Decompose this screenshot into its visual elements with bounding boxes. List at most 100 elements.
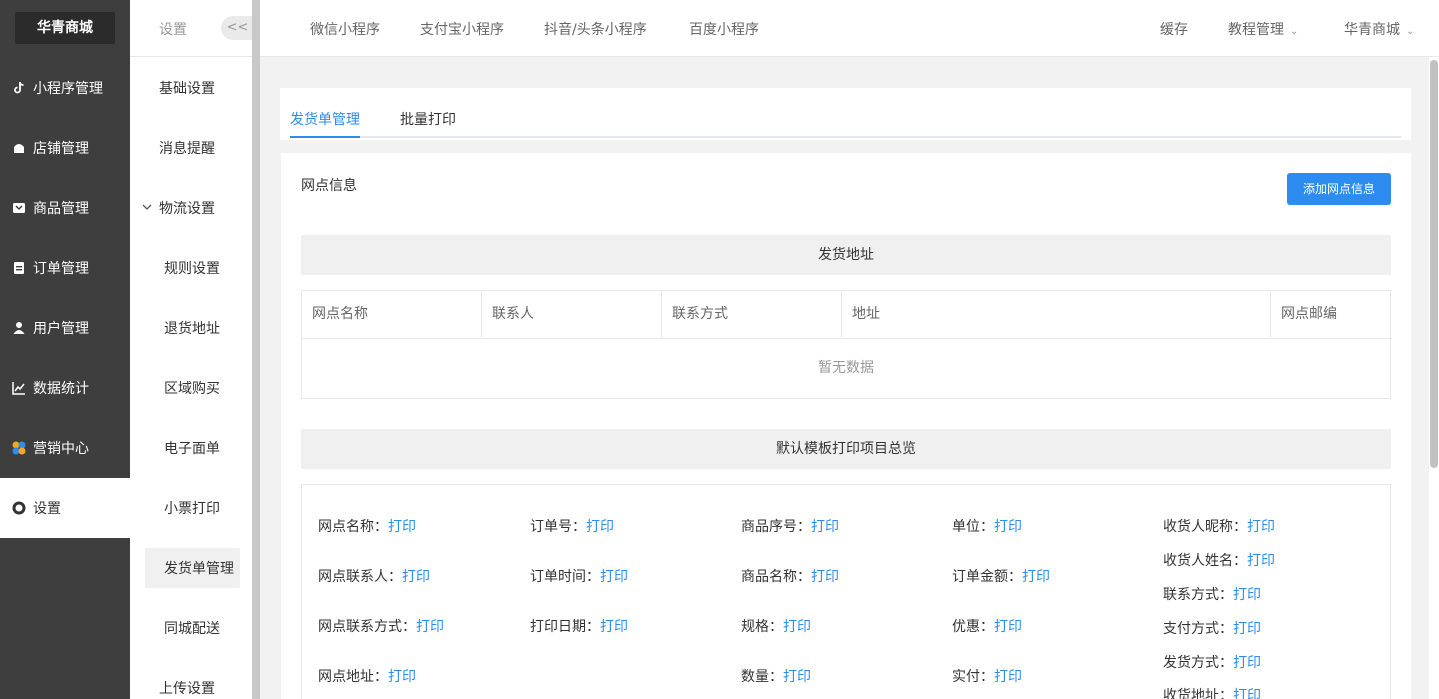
settings-icon	[11, 500, 27, 516]
tab-active-indicator	[290, 136, 360, 138]
print-link[interactable]: 打印	[1233, 587, 1261, 603]
subnav-item-rules[interactable]: 规则设置	[130, 248, 252, 288]
print-link[interactable]: 打印	[1247, 553, 1275, 569]
print-item: 网点联系方式：打印	[318, 616, 444, 636]
subnav-item-receipt-print[interactable]: 小票打印	[130, 488, 252, 528]
print-link[interactable]: 打印	[783, 619, 811, 635]
print-link[interactable]: 打印	[1247, 519, 1275, 535]
print-item: 订单号：打印	[530, 516, 614, 536]
subnav-item-waybill[interactable]: 电子面单	[130, 428, 252, 468]
collapse-button[interactable]: <<	[221, 16, 254, 40]
print-item-label: 网点地址：	[318, 669, 388, 685]
print-item-label: 网点名称：	[318, 519, 388, 535]
tutorial-label: 教程管理	[1228, 22, 1284, 38]
print-link[interactable]: 打印	[783, 669, 811, 685]
print-item: 实付：打印	[952, 666, 1022, 686]
sidebar-item-users[interactable]: 用户管理	[0, 298, 130, 358]
print-item: 商品名称：打印	[741, 566, 839, 586]
print-item-label: 商品名称：	[741, 569, 811, 585]
sidebar-item-store[interactable]: 店铺管理	[0, 118, 130, 178]
print-item: 收货人昵称：打印	[1163, 516, 1275, 536]
tutorial-menu[interactable]: 教程管理 ⌄	[1228, 19, 1298, 39]
tab-divider	[290, 136, 1401, 138]
tiktok-icon	[11, 80, 27, 96]
sidebar-item-label: 店铺管理	[33, 141, 89, 157]
sub-sidebar-title: 设置	[159, 22, 187, 38]
chevron-down-icon: ⌄	[1406, 26, 1415, 37]
subnav-item-region[interactable]: 区域购买	[130, 368, 252, 408]
print-item-label: 商品序号：	[741, 519, 811, 535]
print-item: 打印日期：打印	[530, 616, 628, 636]
sidebar-item-marketing[interactable]: 营销中心	[0, 418, 130, 478]
print-link[interactable]: 打印	[1233, 621, 1261, 637]
print-item: 订单金额：打印	[952, 566, 1050, 586]
sidebar-item-miniprogram[interactable]: 小程序管理	[0, 58, 130, 118]
print-link[interactable]: 打印	[600, 569, 628, 585]
outlet-table: 网点名称 联系人 联系方式 地址 网点邮编 暂无数据	[301, 290, 1391, 399]
shop-menu[interactable]: 华青商城 ⌄	[1344, 19, 1414, 39]
main-scrollbar-thumb[interactable]	[1430, 60, 1438, 468]
subnav-item-upload[interactable]: 上传设置	[130, 668, 252, 699]
top-link-douyin[interactable]: 抖音/头条小程序	[544, 19, 647, 39]
top-link-alipay[interactable]: 支付宝小程序	[420, 19, 504, 39]
print-item: 联系方式：打印	[1163, 584, 1261, 604]
empty-state: 暂无数据	[818, 360, 874, 376]
user-icon	[11, 320, 27, 336]
cache-link[interactable]: 缓存	[1160, 19, 1188, 39]
shipping-address-header: 发货地址	[301, 235, 1391, 275]
section-title: 网点信息	[301, 178, 357, 194]
sub-sidebar-header: 设置 <<	[130, 0, 254, 57]
print-link[interactable]: 打印	[1022, 569, 1050, 585]
print-link[interactable]: 打印	[811, 569, 839, 585]
subnav-item-basic[interactable]: 基础设置	[130, 68, 252, 108]
print-item: 优惠：打印	[952, 616, 1022, 636]
sidebar-item-settings[interactable]: 设置	[0, 478, 130, 538]
subnav-label: 物流设置	[159, 201, 215, 217]
sidebar-item-label: 商品管理	[33, 201, 89, 217]
sidebar-scrollbar[interactable]	[252, 0, 260, 699]
print-item-label: 网点联系人：	[318, 569, 402, 585]
subnav-item-local-delivery[interactable]: 同城配送	[130, 608, 252, 648]
print-link[interactable]: 打印	[1233, 655, 1261, 671]
top-link-wechat[interactable]: 微信小程序	[310, 19, 380, 39]
top-link-baidu[interactable]: 百度小程序	[689, 19, 759, 39]
clipboard-icon	[11, 260, 27, 276]
tabs-card: 发货单管理 批量打印	[280, 88, 1411, 140]
print-item-label: 数量：	[741, 669, 783, 685]
print-item-label: 发货方式：	[1163, 655, 1233, 671]
print-link[interactable]: 打印	[811, 519, 839, 535]
subnav-item-notify[interactable]: 消息提醒	[130, 128, 252, 168]
sidebar-item-stats[interactable]: 数据统计	[0, 358, 130, 418]
column-header: 联系方式	[662, 291, 842, 339]
store-icon	[11, 140, 27, 156]
print-item: 订单时间：打印	[530, 566, 628, 586]
print-link[interactable]: 打印	[994, 619, 1022, 635]
sidebar-item-label: 小程序管理	[33, 81, 103, 97]
sidebar-item-label: 数据统计	[33, 381, 89, 397]
subnav-item-invoice[interactable]: 发货单管理	[145, 548, 240, 588]
print-link[interactable]: 打印	[586, 519, 614, 535]
subnav-item-logistics[interactable]: 物流设置	[130, 188, 252, 228]
subnav-item-return-address[interactable]: 退货地址	[130, 308, 252, 348]
sidebar-item-orders[interactable]: 订单管理	[0, 238, 130, 298]
print-item-label: 订单时间：	[530, 569, 600, 585]
print-link[interactable]: 打印	[994, 669, 1022, 685]
print-link[interactable]: 打印	[1233, 688, 1261, 699]
tab-batch-print[interactable]: 批量打印	[400, 109, 456, 129]
print-link[interactable]: 打印	[402, 569, 430, 585]
print-link[interactable]: 打印	[388, 669, 416, 685]
print-item-label: 优惠：	[952, 619, 994, 635]
tab-invoice-manage[interactable]: 发货单管理	[290, 109, 360, 129]
print-link[interactable]: 打印	[994, 519, 1022, 535]
sidebar-item-label: 订单管理	[33, 261, 89, 277]
print-item-label: 支付方式：	[1163, 621, 1233, 637]
sidebar-item-goods[interactable]: 商品管理	[0, 178, 130, 238]
print-link[interactable]: 打印	[416, 619, 444, 635]
brand-logo: 华青商城	[15, 12, 115, 44]
add-outlet-button[interactable]: 添加网点信息	[1287, 173, 1391, 205]
shop-label: 华青商城	[1344, 22, 1400, 38]
print-link[interactable]: 打印	[600, 619, 628, 635]
print-link[interactable]: 打印	[388, 519, 416, 535]
print-item: 网点地址：打印	[318, 666, 416, 686]
main-sidebar: 华青商城 小程序管理 店铺管理 商品管理 订单管理 用户管理 数据统计 营销中心…	[0, 0, 130, 699]
